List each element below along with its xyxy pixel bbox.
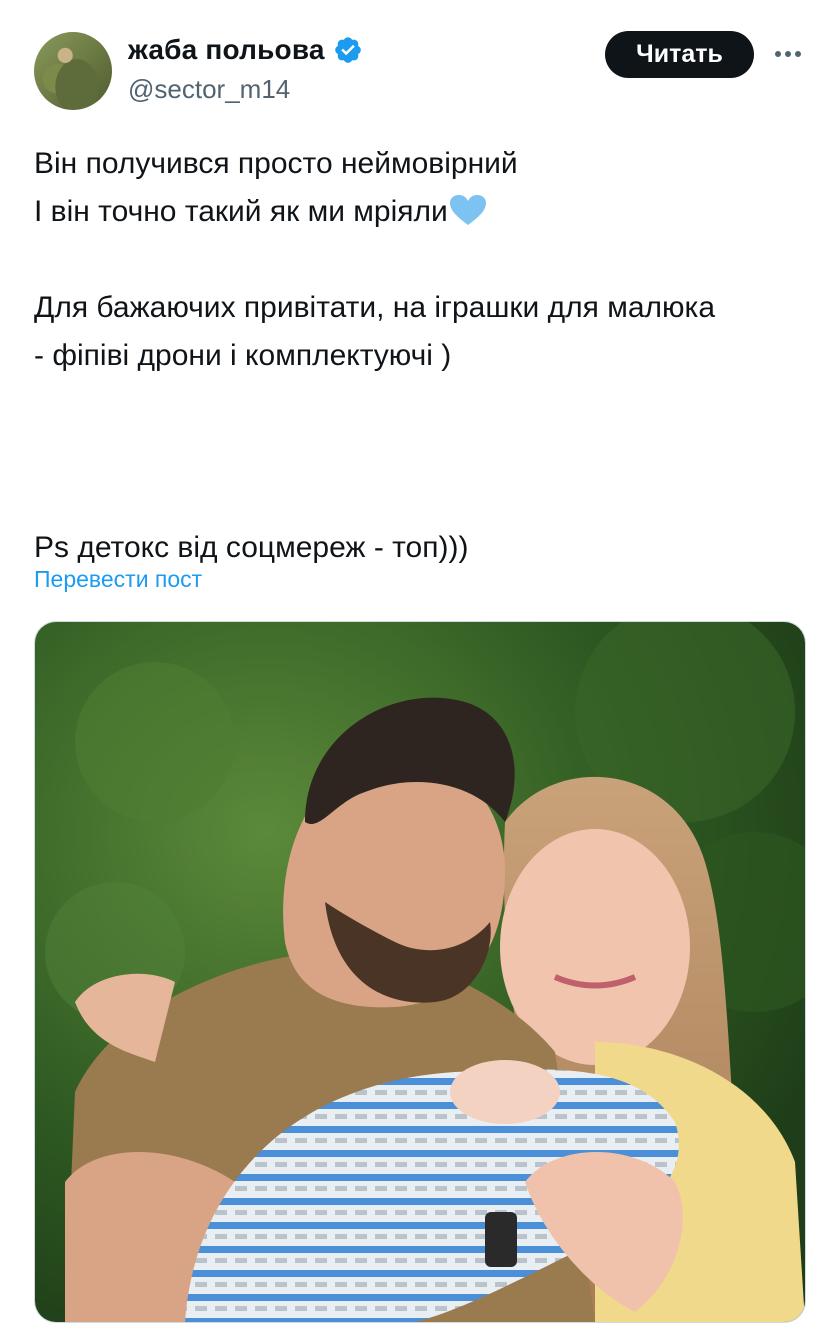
verified-badge-icon bbox=[334, 37, 361, 63]
more-options-icon[interactable] bbox=[770, 36, 806, 72]
tweet-line-with-emoji: І він точно такий як ми мріяли bbox=[34, 188, 814, 236]
tweet-line-empty bbox=[34, 476, 814, 524]
tweet-header: жаба польова @sector_m14 Читать bbox=[0, 0, 839, 120]
blue-heart-icon bbox=[449, 195, 486, 225]
tweet-line: Ps детокс від соцмереж - топ))) bbox=[34, 531, 469, 564]
author-name-row[interactable]: жаба польова bbox=[128, 34, 363, 66]
family-photo bbox=[35, 622, 805, 1322]
author-handle[interactable]: @sector_m14 bbox=[128, 74, 290, 105]
follow-button[interactable]: Читать bbox=[605, 31, 754, 78]
dot bbox=[795, 51, 801, 57]
tweet-photo[interactable] bbox=[34, 621, 806, 1323]
tweet-line: І він точно такий як ми мріяли bbox=[34, 195, 448, 228]
tweet-line: - фіпіві дрони і комплектуючі ) bbox=[34, 339, 452, 372]
tweet-line: Він получився просто неймовірний bbox=[34, 147, 518, 180]
tweet-line-empty bbox=[34, 380, 814, 428]
tweet-line-empty bbox=[34, 428, 814, 476]
author-avatar[interactable] bbox=[34, 32, 112, 110]
tweet-text: Він получився просто неймовірний І він т… bbox=[34, 140, 814, 572]
tweet-line: Для бажаючих привітати, на іграшки для м… bbox=[34, 291, 716, 324]
dot bbox=[785, 51, 791, 57]
author-display-name[interactable]: жаба польова bbox=[128, 34, 325, 66]
tweet-line-empty bbox=[34, 236, 814, 284]
translate-post-link[interactable]: Перевести пост bbox=[34, 566, 202, 593]
dot bbox=[775, 51, 781, 57]
